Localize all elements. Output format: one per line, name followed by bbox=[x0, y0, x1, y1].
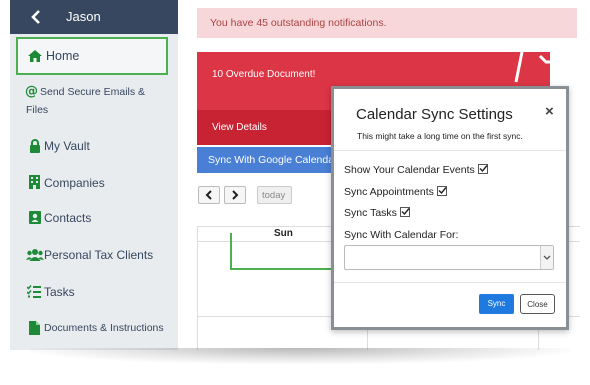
sync-google-calendar-button[interactable]: Sync With Google Calendar bbox=[197, 147, 347, 173]
sidebar-item-home[interactable]: Home bbox=[16, 37, 168, 75]
users-icon bbox=[26, 248, 44, 262]
option-sync-tasks: Sync Tasks bbox=[344, 206, 410, 219]
calendar-prev-button[interactable] bbox=[198, 186, 220, 204]
sidebar-item-label: Documents & Instructions bbox=[44, 322, 164, 334]
sidebar-item-label: My Vault bbox=[44, 139, 90, 153]
building-icon bbox=[29, 175, 43, 189]
option-label: Show Your Calendar Events bbox=[344, 164, 475, 176]
option-label: Sync Appointments bbox=[344, 186, 434, 198]
task-list-icon bbox=[26, 285, 41, 299]
sidebar-item-label: Personal Tax Clients bbox=[44, 248, 154, 262]
calendar-select[interactable] bbox=[344, 245, 554, 270]
home-icon bbox=[28, 50, 42, 64]
app-window: Jason Home @ Send Secure Emails & Files … bbox=[10, 0, 580, 350]
lock-icon bbox=[29, 139, 43, 153]
checkmark-icon bbox=[479, 165, 488, 173]
sync-button[interactable]: Sync bbox=[479, 294, 514, 314]
calendar-sync-settings-modal: Calendar Sync Settings × This might take… bbox=[331, 86, 569, 330]
svg-text:@: @ bbox=[25, 84, 38, 98]
checkbox-sync-appointments[interactable] bbox=[436, 186, 447, 196]
sidebar-item-my-vault[interactable]: My Vault bbox=[10, 138, 178, 158]
sidebar-item-label: Home bbox=[46, 49, 80, 63]
checkmark-icon bbox=[438, 187, 447, 195]
view-details-label: View Details bbox=[212, 122, 267, 133]
chevron-left-icon bbox=[205, 190, 212, 200]
sidebar-item-send-secure-emails[interactable]: @ Send Secure Emails & Files bbox=[10, 84, 178, 120]
checkbox-sync-tasks[interactable] bbox=[399, 207, 410, 217]
chevron-down-icon bbox=[540, 246, 553, 269]
sidebar-item-companies[interactable]: Companies bbox=[10, 175, 178, 195]
calendar-today-button[interactable]: today bbox=[257, 186, 292, 204]
option-sync-appointments: Sync Appointments bbox=[344, 185, 447, 198]
sync-with-calendar-label: Sync With Calendar For: bbox=[344, 229, 459, 241]
callout-connector bbox=[230, 233, 232, 270]
close-button[interactable]: Close bbox=[520, 294, 555, 314]
overdue-title: 10 Overdue Document! bbox=[212, 69, 316, 80]
option-label: Sync Tasks bbox=[344, 207, 397, 219]
sidebar-item-label: Companies bbox=[44, 176, 105, 190]
contact-card-icon bbox=[29, 211, 43, 225]
checkbox-show-calendar-events[interactable] bbox=[477, 164, 488, 174]
callout-connector bbox=[230, 268, 332, 270]
sidebar-item-label: Send Secure Emails & bbox=[40, 86, 146, 98]
frame-shadow bbox=[30, 348, 570, 364]
modal-title: Calendar Sync Settings bbox=[356, 106, 513, 123]
modal-subtitle: This might take a long time on the first… bbox=[357, 131, 523, 141]
sidebar-header: Jason bbox=[10, 0, 178, 34]
option-show-calendar-events: Show Your Calendar Events bbox=[344, 163, 488, 176]
sidebar-item-label-line2: Files bbox=[26, 104, 49, 116]
chevron-left-icon[interactable] bbox=[30, 9, 44, 25]
calendar-next-button[interactable] bbox=[224, 186, 246, 204]
sidebar-item-tasks[interactable]: Tasks bbox=[10, 284, 178, 304]
at-icon: @ bbox=[25, 84, 39, 99]
sidebar: Jason Home @ Send Secure Emails & Files … bbox=[10, 0, 178, 350]
divider bbox=[334, 282, 566, 283]
sidebar-item-label: Tasks bbox=[44, 285, 75, 299]
notification-alert: You have 45 outstanding notifications. bbox=[197, 8, 577, 38]
document-icon bbox=[29, 321, 43, 335]
sidebar-item-contacts[interactable]: Contacts bbox=[10, 210, 178, 230]
close-icon[interactable]: × bbox=[545, 103, 554, 120]
user-name: Jason bbox=[66, 9, 101, 24]
calendar-day-header: Sun bbox=[274, 228, 293, 239]
chevron-right-icon bbox=[232, 190, 239, 200]
divider bbox=[334, 150, 566, 151]
sidebar-item-personal-tax-clients[interactable]: Personal Tax Clients bbox=[10, 247, 178, 267]
checkmark-icon bbox=[401, 208, 410, 216]
sidebar-item-label: Contacts bbox=[44, 211, 92, 225]
sidebar-item-documents[interactable]: Documents & Instructions bbox=[10, 321, 178, 341]
